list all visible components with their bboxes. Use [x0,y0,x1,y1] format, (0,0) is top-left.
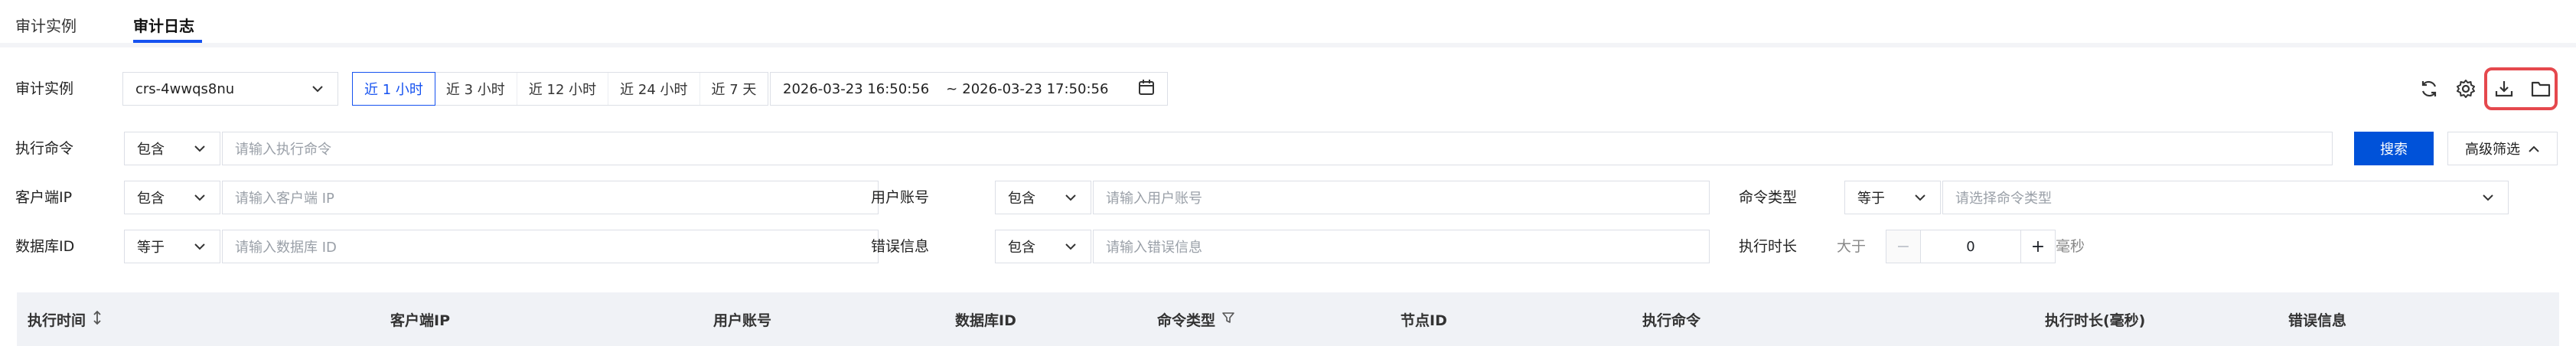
instance-value: crs-4wwqs8nu [135,80,235,97]
chevron-down-icon [1063,239,1078,254]
advanced-filter-label: 高级筛选 [2465,142,2520,158]
sort-icon[interactable] [92,310,103,329]
command-op-select[interactable]: 包含 [124,132,220,165]
user-label: 用户账号 [871,189,930,206]
instance-select[interactable]: crs-4wwqs8nu [122,72,338,106]
tab-bar: 审计实例 审计日志 [0,0,2576,43]
chevron-down-icon [192,190,207,205]
command-input[interactable]: 请输入执行命令 [222,132,2333,165]
column-label: 命令类型 [1157,312,1216,329]
instance-label: 审计实例 [15,80,74,97]
duration-increment-button[interactable]: + [2020,230,2056,263]
column-header-user: 用户账号 [713,312,772,329]
db-op-value: 等于 [137,240,165,256]
chevron-down-icon [1063,190,1078,205]
client-ip-op-select[interactable]: 包含 [124,181,220,214]
chevron-down-icon [310,81,325,96]
column-header-db: 数据库ID [955,312,1016,329]
duration-decrement-button[interactable]: − [1886,230,1921,263]
column-header-duration: 执行时长(毫秒) [2045,312,2146,329]
error-label: 错误信息 [871,238,930,255]
column-header-command: 执行命令 [1642,312,1701,329]
download-icon[interactable] [2490,75,2518,103]
time-range-1h[interactable]: 近 1 小时 [352,72,435,106]
chevron-down-icon [192,239,207,254]
column-header-time[interactable]: 执行时间 [28,309,103,330]
active-tab-indicator [133,40,202,43]
date-range-picker[interactable]: 2026-03-23 16:50:56 ~2026-03-23 17:50:56 [770,72,1168,106]
time-range-group: 近 1 小时 近 3 小时 近 12 小时 近 24 小时 近 7 天 [352,72,769,106]
column-header-error: 错误信息 [2288,312,2347,329]
cmd-type-placeholder: 请选择命令类型 [1955,191,2052,207]
cmd-type-select[interactable]: 请选择命令类型 [1942,181,2509,214]
user-op-value: 包含 [1008,191,1035,207]
error-op-select[interactable]: 包含 [995,230,1091,263]
duration-stepper: − 0 + [1886,230,2056,263]
column-label: 执行时间 [28,312,86,329]
user-op-select[interactable]: 包含 [995,181,1091,214]
command-label: 执行命令 [15,140,74,157]
filter-icon[interactable] [1221,311,1235,328]
column-header-cmd-type[interactable]: 命令类型 [1157,309,1235,330]
date-separator: ~ [946,80,958,97]
user-input[interactable]: 请输入用户账号 [1093,181,1710,214]
time-range-24h[interactable]: 近 24 小时 [608,73,700,105]
client-ip-input[interactable]: 请输入客户端 IP [222,181,879,214]
duration-value[interactable]: 0 [1921,230,2020,263]
calendar-icon [1138,79,1155,100]
error-op-value: 包含 [1008,240,1035,256]
tab-audit-log[interactable]: 审计日志 [133,14,194,36]
time-range-12h[interactable]: 近 12 小时 [517,73,609,105]
time-range-3h[interactable]: 近 3 小时 [435,73,517,105]
time-range-7d[interactable]: 近 7 天 [700,73,768,105]
chevron-down-icon [2480,190,2496,205]
db-label: 数据库ID [15,238,75,255]
gear-icon[interactable] [2452,75,2480,103]
cmd-type-op-value: 等于 [1857,191,1885,207]
db-op-select[interactable]: 等于 [124,230,220,263]
duration-op: 大于 [1837,238,1867,255]
error-input[interactable]: 请输入错误信息 [1093,230,1710,263]
duration-label: 执行时长 [1739,238,1798,255]
command-op-value: 包含 [137,142,165,158]
cmd-type-label: 命令类型 [1739,189,1798,206]
duration-unit: 毫秒 [2056,238,2085,255]
chevron-down-icon [192,141,207,156]
search-button[interactable]: 搜索 [2354,132,2434,165]
client-ip-label: 客户端IP [15,189,73,206]
date-end: 2026-03-23 17:50:56 [962,80,1109,97]
chevron-up-icon [2528,141,2540,157]
column-header-client-ip: 客户端IP [390,312,450,329]
client-ip-op-value: 包含 [137,191,165,207]
chevron-down-icon [1912,190,1928,205]
tab-audit-instance[interactable]: 审计实例 [15,14,77,36]
cmd-type-op-select[interactable]: 等于 [1844,181,1941,214]
advanced-filter-button[interactable]: 高级筛选 [2447,132,2558,165]
folder-icon[interactable] [2527,75,2555,103]
date-start: 2026-03-23 16:50:56 [783,80,930,97]
refresh-icon[interactable] [2415,75,2443,103]
column-header-node: 节点ID [1400,312,1447,329]
db-input[interactable]: 请输入数据库 ID [222,230,879,263]
